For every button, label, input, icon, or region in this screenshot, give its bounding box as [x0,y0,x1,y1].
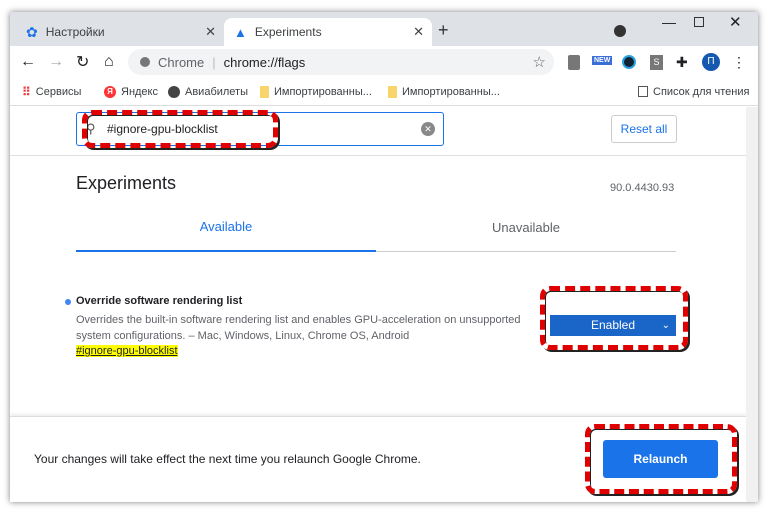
close-window-button[interactable]: ✕ [729,13,742,31]
chrome-icon [140,57,150,67]
home-icon[interactable]: ⌂ [104,53,114,71]
menu-icon[interactable]: ⋮ [732,54,746,71]
toolbar: ← → ↻ ⌂ Chrome | chrome://flags ☆ NEW S … [10,46,758,78]
back-icon[interactable]: ← [20,53,36,71]
extension-new-icon[interactable]: NEW [592,56,613,65]
version-label: 90.0.4430.93 [610,182,675,194]
globe-icon [168,85,180,98]
relaunch-message: Your changes will take effect the next t… [34,452,421,466]
gear-icon: ✿ [26,23,38,40]
new-tab-button[interactable]: + [438,20,449,41]
reset-all-button[interactable]: Reset all [611,115,677,143]
url-text: chrome://flags [223,54,306,70]
apps-grid-icon: ⠿ [22,84,31,99]
flask-icon: ▲ [234,24,247,40]
folder-icon [388,85,397,98]
bookmark-folder-1[interactable]: Импортированны... [260,85,372,98]
extensions-puzzle-icon[interactable]: ✚ [676,54,688,71]
annotation-relaunch [585,424,737,494]
bookmark-folder-2[interactable]: Импортированны... [388,85,500,98]
close-tab-icon[interactable]: ✕ [413,24,424,40]
tab-unavailable[interactable]: Unavailable [376,219,676,252]
page-title: Experiments [76,173,177,193]
bookmark-services[interactable]: ⠿ Сервисы [22,85,81,99]
annotation-select [540,286,688,350]
flag-link[interactable]: #ignore-gpu-blocklist [76,345,178,357]
clear-search-icon[interactable]: ✕ [421,122,435,136]
maximize-button[interactable] [694,17,704,27]
extension-s-icon[interactable]: S [650,54,663,70]
tab-label: Настройки [45,25,105,39]
scrollbar[interactable] [746,107,758,502]
bookmark-flights[interactable]: Авиабилеты [168,85,248,98]
close-tab-icon[interactable]: ✕ [205,24,216,40]
tab-label: Experiments [254,25,322,39]
site-label: Chrome [158,54,205,70]
extension-lock-icon[interactable] [568,54,580,70]
flag-description: Overrides the built-in software renderin… [76,314,521,342]
minimize-button[interactable]: — [662,14,676,30]
tab-strip: ✿ Настройки ✕ ▲ Experiments ✕ + — ✕ [10,12,758,46]
address-bar[interactable]: Chrome | chrome://flags ☆ [128,49,554,75]
tab-available[interactable]: Available [76,219,376,252]
avatar[interactable]: П [702,53,720,71]
reading-list[interactable]: Список для чтения [638,86,749,98]
annotation-search [82,110,278,148]
yandex-icon: Я [104,85,116,98]
bookmark-yandex[interactable]: Я Яндекс [104,85,158,98]
flag-modified-dot [65,299,71,305]
tab-experiments[interactable]: ▲ Experiments ✕ [224,18,432,46]
bookmarks-bar: ⠿ Сервисы Я Яндекс Авиабилеты Импортирован… [10,78,758,106]
tab-settings[interactable]: ✿ Настройки ✕ [16,18,224,46]
folder-icon [260,85,269,98]
forward-icon[interactable]: → [48,53,64,71]
reading-list-icon [638,86,648,97]
extension-clock-icon[interactable] [622,55,636,69]
flag-name: Override software rendering list [76,295,243,307]
star-icon[interactable]: ☆ [533,53,546,71]
reload-icon[interactable]: ↻ [76,52,89,72]
tab-search-icon[interactable] [614,25,626,37]
